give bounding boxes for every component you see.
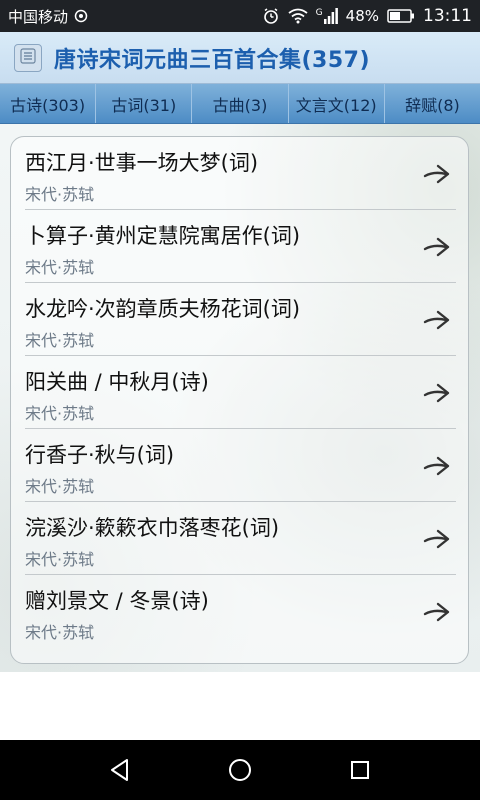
page-title: 唐诗宋词元曲三百首合集(357) [54, 47, 371, 73]
poem-author: 宋代·苏轼 [25, 623, 95, 642]
navigation-bar [0, 740, 480, 800]
battery-icon [387, 9, 415, 23]
arrow-right-icon [423, 310, 450, 330]
alarm-icon [262, 7, 280, 25]
wifi-icon [288, 8, 308, 24]
poem-list-item[interactable]: 西江月·世事一场大梦(词) 宋代·苏轼 [25, 137, 456, 210]
app-header: 唐诗宋词元曲三百首合集(357) [0, 32, 480, 84]
tab-guqu[interactable]: 古曲(3) [192, 84, 289, 123]
poem-list-item[interactable]: 行香子·秋与(词) 宋代·苏轼 [25, 429, 456, 502]
arrow-right-icon [423, 164, 450, 184]
poem-author: 宋代·苏轼 [25, 404, 95, 423]
poem-list: 西江月·世事一场大梦(词) 宋代·苏轼 卜算子·黄州定慧院寓居作(词) 宋代·苏… [10, 136, 469, 664]
nfc-icon [74, 9, 88, 23]
poem-list-item[interactable]: 浣溪沙·簌簌衣巾落枣花(词) 宋代·苏轼 [25, 502, 456, 575]
poem-author: 宋代·苏轼 [25, 477, 95, 496]
home-circle-icon [229, 759, 251, 781]
tab-guci[interactable]: 古词(31) [96, 84, 193, 123]
battery-percent: 48% [345, 7, 379, 25]
arrow-right-icon [423, 237, 450, 257]
menu-icon [20, 47, 36, 68]
menu-button[interactable] [14, 43, 42, 72]
poem-list-item[interactable]: 卜算子·黄州定慧院寓居作(词) 宋代·苏轼 [25, 210, 456, 283]
poem-title: 赠刘景文 / 冬景(诗) [25, 589, 209, 613]
category-tabs: 古诗(303) 古词(31) 古曲(3) 文言文(12) 辞赋(8) [0, 84, 480, 124]
back-button[interactable] [100, 750, 140, 790]
poem-list-item[interactable]: 赠刘景文 / 冬景(诗) 宋代·苏轼 [25, 575, 456, 648]
poem-author: 宋代·苏轼 [25, 258, 95, 277]
arrow-right-icon [423, 383, 450, 403]
tab-gushi[interactable]: 古诗(303) [0, 84, 97, 123]
arrow-right-icon [423, 602, 450, 622]
status-bar: 中国移动 G 48% 13:11 [0, 0, 480, 32]
recent-apps-button[interactable] [340, 750, 380, 790]
carrier-label: 中国移动 [8, 7, 69, 26]
tab-cifu[interactable]: 辞赋(8) [385, 84, 480, 123]
poem-title: 西江月·世事一场大梦(词) [25, 151, 259, 175]
clock-time: 13:11 [423, 6, 472, 26]
home-button[interactable] [220, 750, 260, 790]
poem-title: 阳关曲 / 中秋月(诗) [25, 370, 209, 394]
poem-title: 行香子·秋与(词) [25, 443, 175, 467]
poem-author: 宋代·苏轼 [25, 550, 95, 569]
back-triangle-icon [111, 759, 128, 781]
poem-title: 卜算子·黄州定慧院寓居作(词) [25, 224, 301, 248]
poem-title: 水龙吟·次韵章质夫杨花词(词) [25, 297, 301, 321]
poem-author: 宋代·苏轼 [25, 185, 95, 204]
poem-list-item[interactable]: 阳关曲 / 中秋月(诗) 宋代·苏轼 [25, 356, 456, 429]
tab-wenyanwen[interactable]: 文言文(12) [289, 84, 385, 123]
signal-icon: G [316, 8, 338, 24]
poem-title: 浣溪沙·簌簌衣巾落枣花(词) [25, 516, 280, 540]
signal-type-label: G [315, 8, 323, 18]
recent-square-icon [351, 761, 369, 779]
arrow-right-icon [423, 456, 450, 476]
blank-area [0, 672, 480, 740]
arrow-right-icon [423, 529, 450, 549]
poem-author: 宋代·苏轼 [25, 331, 95, 350]
content-area: 西江月·世事一场大梦(词) 宋代·苏轼 卜算子·黄州定慧院寓居作(词) 宋代·苏… [0, 124, 480, 672]
poem-list-item[interactable]: 水龙吟·次韵章质夫杨花词(词) 宋代·苏轼 [25, 283, 456, 356]
